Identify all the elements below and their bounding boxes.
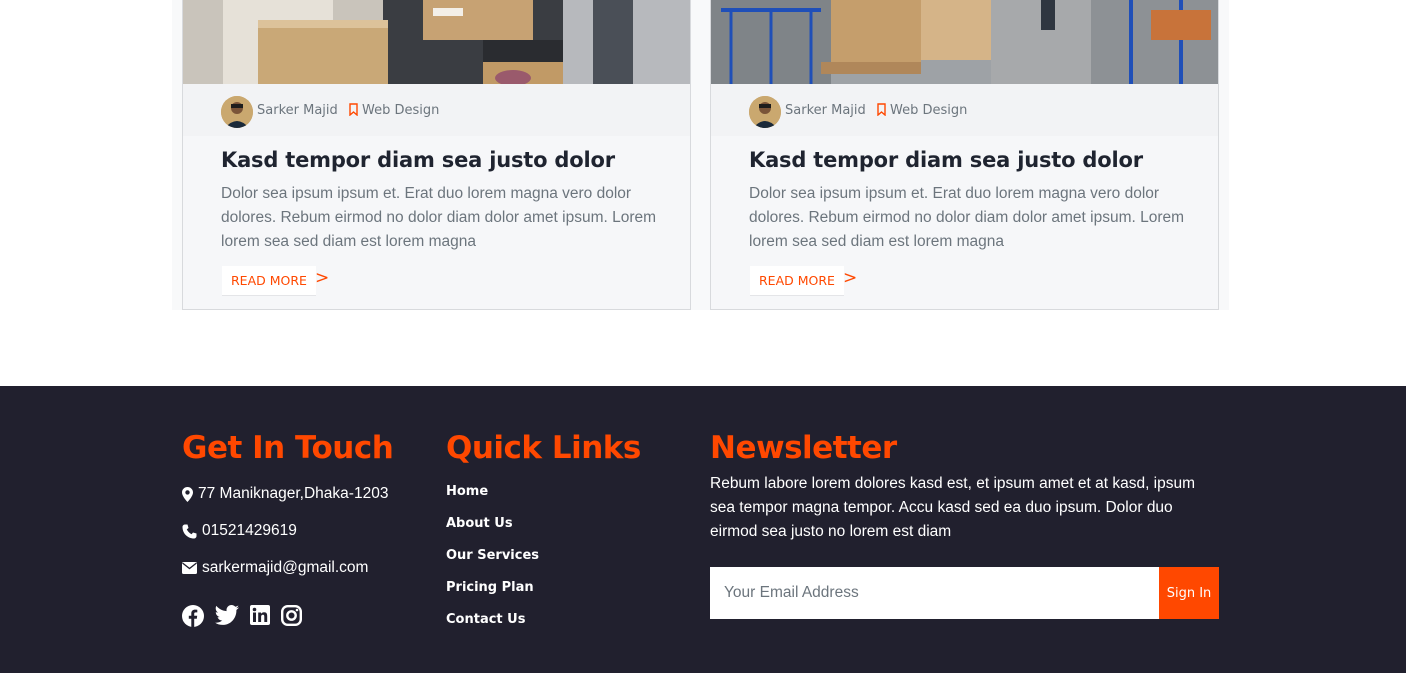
- address-text: 77 Maniknager,Dhaka-1203: [198, 485, 389, 502]
- map-marker-icon: [182, 486, 193, 502]
- newsletter-form: Sign In: [710, 567, 1219, 619]
- blog-card-text: Dolor sea ipsum ipsum et. Erat duo lorem…: [221, 185, 657, 250]
- chevron-right-icon: >: [843, 268, 858, 288]
- category-label: Web Design: [890, 103, 968, 118]
- social-links: [182, 605, 302, 627]
- blog-section: Sarker Majid Web Design Kasd tempor diam…: [0, 0, 1406, 386]
- footer-link-about[interactable]: About Us: [446, 516, 513, 531]
- facebook-icon[interactable]: [182, 605, 204, 627]
- phone-item: 01521429619: [182, 522, 297, 540]
- read-more-button[interactable]: READ MORE: [222, 266, 316, 296]
- email-text: sarkermajid@gmail.com: [202, 559, 369, 576]
- blog-card: Sarker Majid Web Design Kasd tempor diam…: [710, 0, 1219, 310]
- phone-text: 01521429619: [202, 522, 297, 539]
- envelope-icon: [182, 562, 197, 574]
- category-label: Web Design: [362, 103, 440, 118]
- author-name[interactable]: Sarker Majid: [257, 103, 338, 118]
- category-link[interactable]: Web Design: [349, 103, 439, 118]
- footer-link-home[interactable]: Home: [446, 484, 488, 499]
- address-item: 77 Maniknager,Dhaka-1203: [182, 485, 388, 503]
- blog-card-title[interactable]: Kasd tempor diam sea justo dolor: [749, 148, 1209, 172]
- footer-link-services[interactable]: Our Services: [446, 548, 539, 563]
- author-avatar: [221, 96, 253, 128]
- bookmark-icon: [877, 103, 886, 116]
- quick-links-heading: Quick Links: [446, 430, 641, 466]
- footer-link-pricing[interactable]: Pricing Plan: [446, 580, 534, 595]
- newsletter-heading: Newsletter: [710, 430, 897, 466]
- blog-card: Sarker Majid Web Design Kasd tempor diam…: [182, 0, 691, 310]
- instagram-icon[interactable]: [281, 605, 302, 626]
- bookmark-icon: [349, 103, 358, 116]
- email-input[interactable]: [710, 567, 1159, 619]
- email-item: sarkermajid@gmail.com: [182, 559, 368, 577]
- linkedin-icon[interactable]: [250, 605, 270, 625]
- author-avatar: [749, 96, 781, 128]
- blog-card-meta: Sarker Majid Web Design: [711, 84, 1218, 136]
- author-name[interactable]: Sarker Majid: [785, 103, 866, 118]
- newsletter-text: Rebum labore lorem dolores kasd est, et …: [710, 475, 1196, 540]
- footer: Get In Touch 77 Maniknager,Dhaka-1203 01…: [0, 386, 1406, 673]
- blog-card-text: Dolor sea ipsum ipsum et. Erat duo lorem…: [749, 185, 1185, 250]
- phone-icon: [182, 524, 197, 538]
- blog-card-meta: Sarker Majid Web Design: [183, 84, 690, 136]
- blog-card-image[interactable]: [711, 0, 1218, 84]
- blog-card-image[interactable]: [183, 0, 690, 84]
- twitter-icon[interactable]: [215, 605, 239, 625]
- blog-card-title[interactable]: Kasd tempor diam sea justo dolor: [221, 148, 681, 172]
- category-link[interactable]: Web Design: [877, 103, 967, 118]
- sign-in-button[interactable]: Sign In: [1159, 567, 1219, 619]
- read-more-button[interactable]: READ MORE: [750, 266, 844, 296]
- footer-link-contact[interactable]: Contact Us: [446, 612, 525, 627]
- contact-heading: Get In Touch: [182, 430, 394, 466]
- chevron-right-icon: >: [315, 268, 330, 288]
